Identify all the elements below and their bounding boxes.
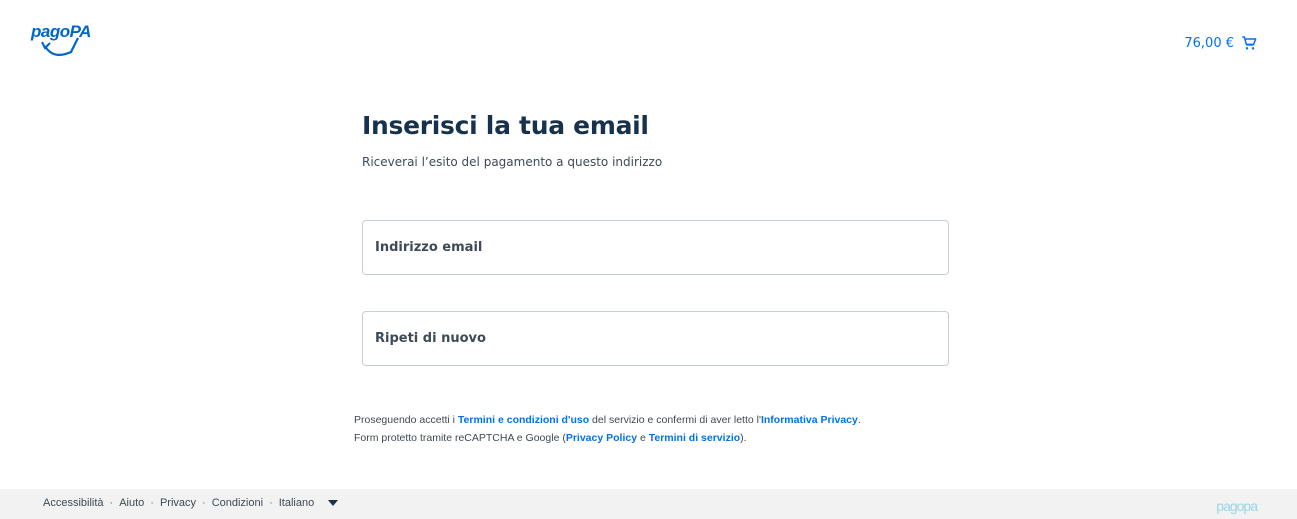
email-input[interactable]	[363, 221, 948, 274]
footer-link-help[interactable]: Aiuto	[119, 497, 144, 509]
footer-link-conditions[interactable]: Condizioni	[212, 497, 263, 509]
logo-arrow-icon	[41, 37, 79, 57]
google-terms-link[interactable]: Termini di servizio	[649, 432, 740, 444]
legal-text: ).	[740, 432, 747, 444]
page-title: Inserisci la tua email	[362, 111, 649, 140]
page-subtitle: Riceverai l’esito del pagamento a questo…	[362, 155, 663, 169]
footer-links: Accessibilità · Aiuto · Privacy · Condiz…	[43, 497, 339, 509]
cart-amount: 76,00 €	[1184, 35, 1234, 51]
privacy-link[interactable]: Informativa Privacy	[761, 414, 858, 426]
email-field-container	[362, 220, 949, 275]
terms-link[interactable]: Termini e condizioni d'uso	[458, 414, 589, 426]
legal-line-terms: Proseguendo accetti i Termini e condizio…	[354, 411, 974, 429]
footer-link-privacy[interactable]: Privacy	[160, 497, 196, 509]
header: pagoPA 76,00 €	[0, 0, 1297, 70]
language-selector[interactable]: Italiano	[279, 497, 314, 509]
footer: Accessibilità · Aiuto · Privacy · Condiz…	[0, 489, 1297, 519]
legal-notice: Proseguendo accetti i Termini e condizio…	[354, 411, 974, 447]
legal-text: del servizio e confermi di aver letto l'	[589, 414, 761, 426]
footer-separator: ·	[109, 497, 114, 509]
footer-brand-logo[interactable]: pagopa	[1216, 498, 1258, 514]
google-privacy-link[interactable]: Privacy Policy	[566, 432, 637, 444]
caret-down-icon[interactable]	[328, 499, 339, 507]
shopping-cart-icon	[1242, 36, 1257, 50]
legal-text: e	[637, 432, 649, 444]
repeat-email-field-container	[362, 311, 949, 366]
footer-separator: ·	[269, 497, 273, 509]
footer-separator: ·	[202, 497, 206, 509]
footer-separator: ·	[150, 497, 154, 509]
cart-summary-button[interactable]: 76,00 €	[1184, 35, 1257, 51]
pagopa-logo[interactable]: pagoPA	[31, 22, 91, 64]
repeat-email-input[interactable]	[363, 312, 948, 365]
footer-link-accessibility[interactable]: Accessibilità	[43, 497, 104, 509]
legal-text: .	[857, 414, 861, 426]
legal-text: Form protetto tramite reCAPTCHA e Google…	[354, 432, 566, 444]
email-form: Inserisci la tua email Riceverai l’esito…	[362, 110, 950, 366]
legal-text: Proseguendo accetti i	[354, 414, 458, 426]
legal-line-recaptcha: Form protetto tramite reCAPTCHA e Google…	[354, 429, 974, 447]
